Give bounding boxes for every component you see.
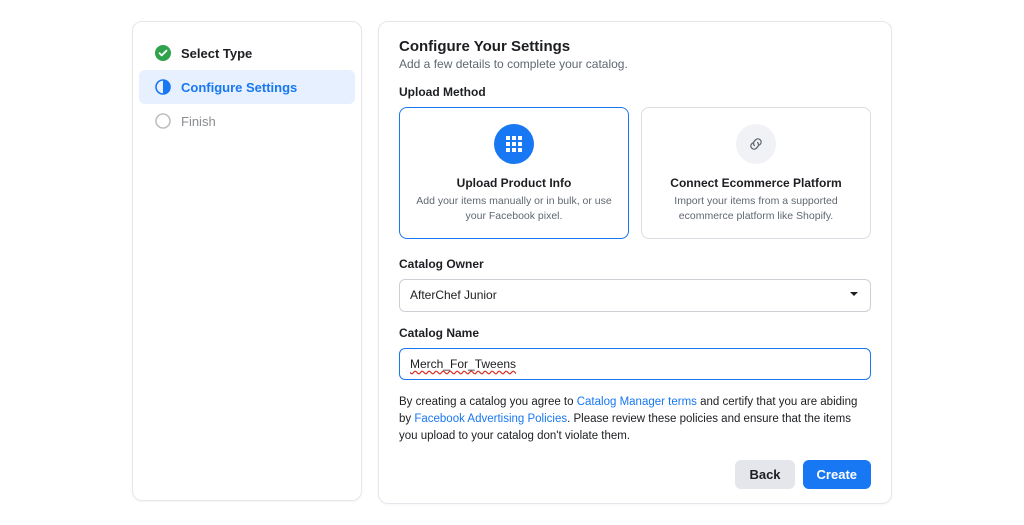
empty-circle-icon — [155, 113, 171, 129]
back-button[interactable]: Back — [735, 460, 794, 489]
card-title: Upload Product Info — [412, 176, 616, 190]
sidebar-item-label: Finish — [181, 114, 216, 129]
create-button[interactable]: Create — [803, 460, 871, 489]
catalog-manager-terms-link[interactable]: Catalog Manager terms — [577, 396, 697, 408]
page-subtitle: Add a few details to complete your catal… — [399, 57, 871, 71]
page-title: Configure Your Settings — [399, 38, 871, 55]
sidebar-item-label: Select Type — [181, 46, 252, 61]
sidebar-item-configure-settings[interactable]: Configure Settings — [139, 70, 355, 104]
catalog-name-input[interactable]: Merch_For_Tweens — [399, 348, 871, 380]
catalog-name-value: Merch_For_Tweens — [410, 357, 516, 371]
main-panel: Configure Your Settings Add a few detail… — [378, 21, 892, 503]
chevron-down-icon — [848, 288, 860, 303]
legal-text: By creating a catalog you agree to Catal… — [399, 394, 871, 446]
upload-method-label: Upload Method — [399, 85, 871, 99]
advertising-policies-link[interactable]: Facebook Advertising Policies — [414, 413, 567, 425]
check-circle-icon — [155, 45, 171, 61]
card-desc: Import your items from a supported ecomm… — [654, 194, 858, 223]
card-upload-product-info[interactable]: Upload Product Info Add your items manua… — [399, 107, 629, 238]
catalog-owner-label: Catalog Owner — [399, 257, 871, 271]
sidebar-item-label: Configure Settings — [181, 80, 297, 95]
catalog-owner-select[interactable]: AfterChef Junior — [399, 279, 871, 312]
wizard-sidebar: Select Type Configure Settings Finish — [132, 21, 362, 501]
grid-icon — [494, 124, 534, 164]
card-connect-ecommerce[interactable]: Connect Ecommerce Platform Import your i… — [641, 107, 871, 238]
sidebar-item-select-type[interactable]: Select Type — [139, 36, 355, 70]
half-circle-icon — [155, 79, 171, 95]
card-title: Connect Ecommerce Platform — [654, 176, 858, 190]
catalog-name-label: Catalog Name — [399, 326, 871, 340]
link-icon — [736, 124, 776, 164]
catalog-owner-value: AfterChef Junior — [410, 288, 497, 302]
card-desc: Add your items manually or in bulk, or u… — [412, 194, 616, 223]
sidebar-item-finish[interactable]: Finish — [139, 104, 355, 138]
legal-prefix: By creating a catalog you agree to — [399, 396, 577, 408]
